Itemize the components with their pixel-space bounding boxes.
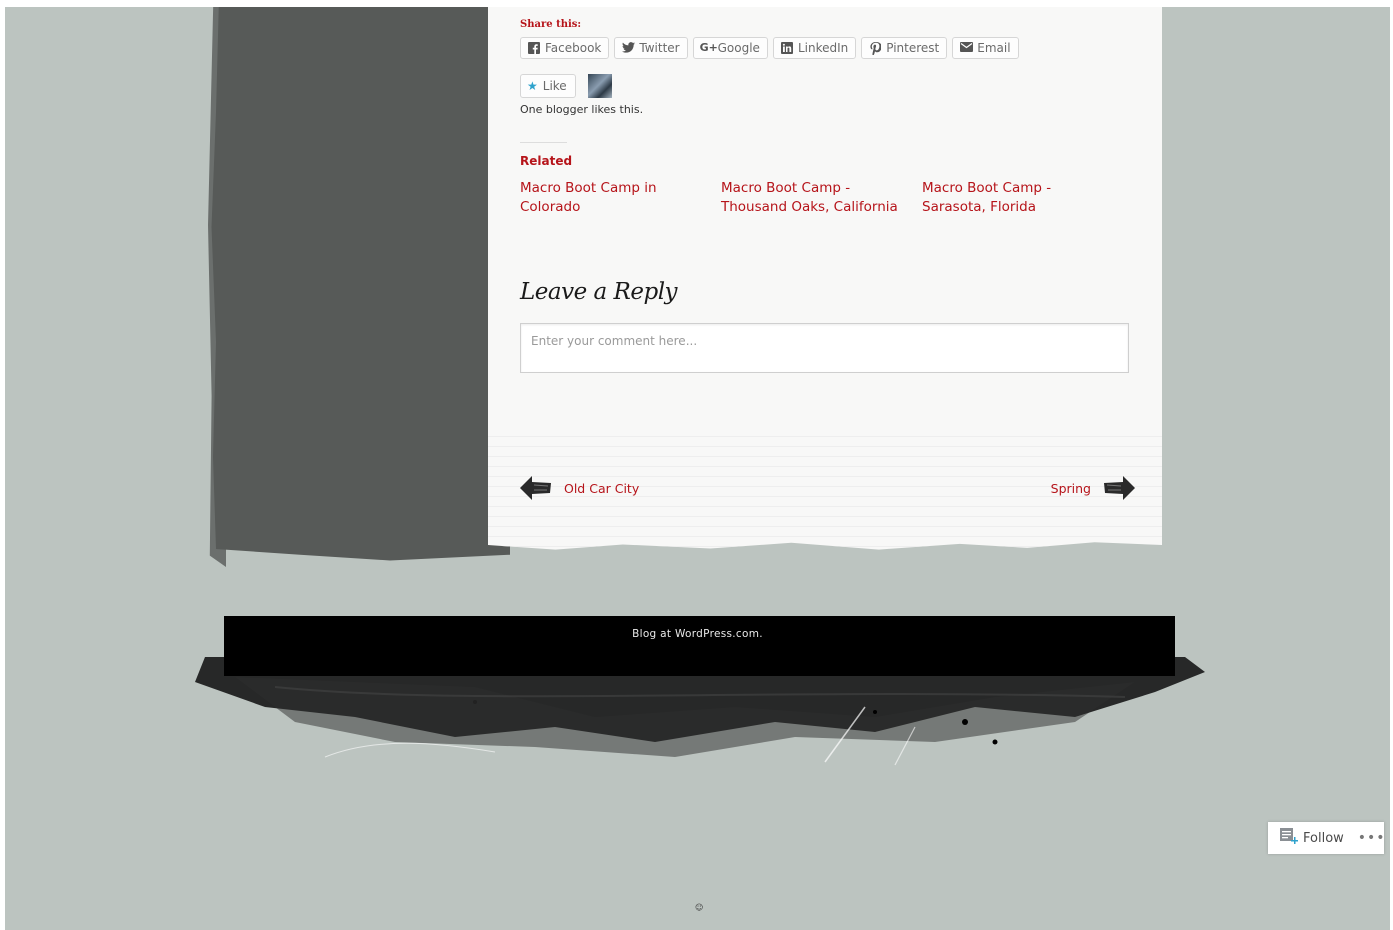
like-button[interactable]: ★ Like [520,74,576,98]
previous-post-link[interactable]: Old Car City [520,475,639,501]
arrow-left-icon [520,475,552,501]
email-icon [959,42,973,54]
follow-button[interactable]: Follow [1280,828,1344,848]
share-facebook-button[interactable]: Facebook [520,37,610,59]
related-title: Related [520,154,573,168]
like-label: Like [542,79,567,93]
google-plus-icon: G+ [699,41,718,54]
stats-smiley-icon: ☺ [695,903,704,912]
page-viewport: Share this: Facebook Twitter G+ Google L… [5,7,1390,930]
share-email-button[interactable]: Email [952,37,1019,59]
follow-icon [1280,828,1299,848]
follow-bar: Follow ••• [1268,822,1386,854]
footer-bar [224,616,1175,676]
related-post-link[interactable]: Macro Boot Camp - Thousand Oaks, Califor… [721,179,906,217]
left-sidebar-panel [211,7,510,561]
share-twitter-button[interactable]: Twitter [614,37,688,59]
share-linkedin-button[interactable]: LinkedIn [772,37,857,59]
next-post-label: Spring [1050,480,1091,496]
share-google-button[interactable]: G+ Google [692,37,768,59]
related-divider [520,142,567,143]
share-twitter-label: Twitter [639,41,680,55]
follow-label: Follow [1303,830,1344,846]
arrow-right-icon [1103,475,1135,501]
twitter-icon [621,42,635,54]
liker-avatar[interactable] [587,74,612,98]
next-post-link[interactable]: Spring [1051,475,1135,501]
likes-count-text: One blogger likes this. [520,103,644,116]
related-post-link[interactable]: Macro Boot Camp in Colorado [520,179,710,217]
pinterest-icon [868,42,882,57]
like-row: ★ Like [520,74,612,98]
share-google-label: Google [717,41,760,55]
previous-post-label: Old Car City [564,480,640,496]
more-options-icon[interactable]: ••• [1358,830,1386,846]
share-facebook-label: Facebook [545,41,602,55]
star-icon: ★ [527,79,538,93]
share-buttons: Facebook Twitter G+ Google LinkedIn Pint… [520,37,1019,59]
linkedin-icon [780,42,794,54]
facebook-icon [527,42,541,54]
related-post-link[interactable]: Macro Boot Camp - Sarasota, Florida [922,179,1112,217]
share-pinterest-label: Pinterest [886,41,940,55]
share-pinterest-button[interactable]: Pinterest [861,37,948,59]
footer-credit-link[interactable]: Blog at WordPress.com. [5,628,1390,640]
comment-input[interactable]: Enter your comment here... [520,323,1129,373]
post-content-paper: Share this: Facebook Twitter G+ Google L… [488,7,1162,550]
leave-reply-title: Leave a Reply [520,279,678,305]
share-title: Share this: [520,19,582,30]
share-email-label: Email [977,41,1011,55]
share-linkedin-label: LinkedIn [797,41,849,55]
